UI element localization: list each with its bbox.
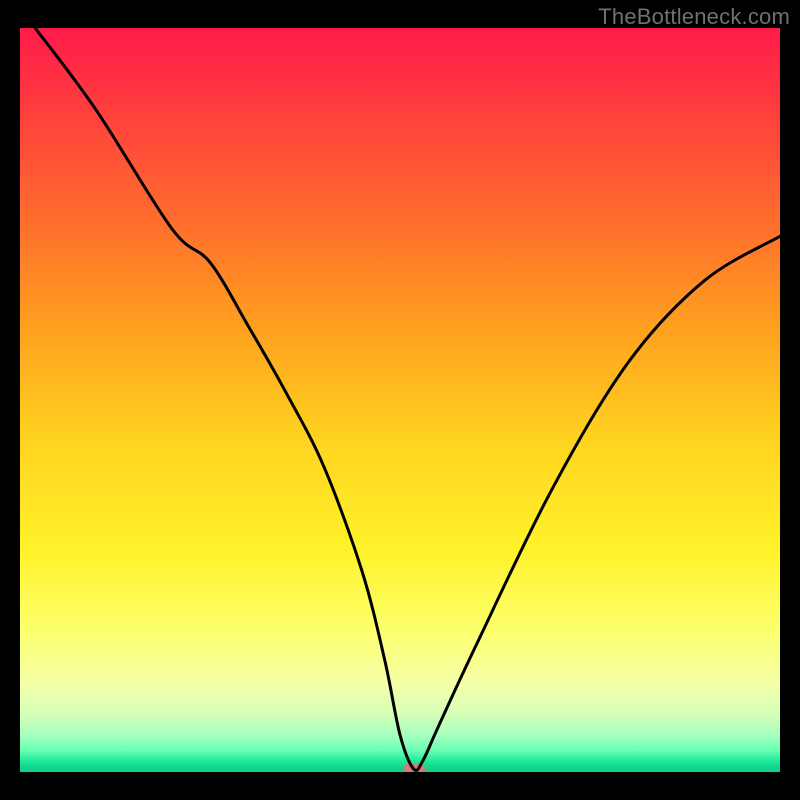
chart-frame: TheBottleneck.com (0, 0, 800, 800)
watermark-text: TheBottleneck.com (598, 4, 790, 30)
plot-area (20, 28, 780, 772)
curve-svg (20, 28, 780, 772)
bottleneck-curve-path (35, 28, 780, 771)
